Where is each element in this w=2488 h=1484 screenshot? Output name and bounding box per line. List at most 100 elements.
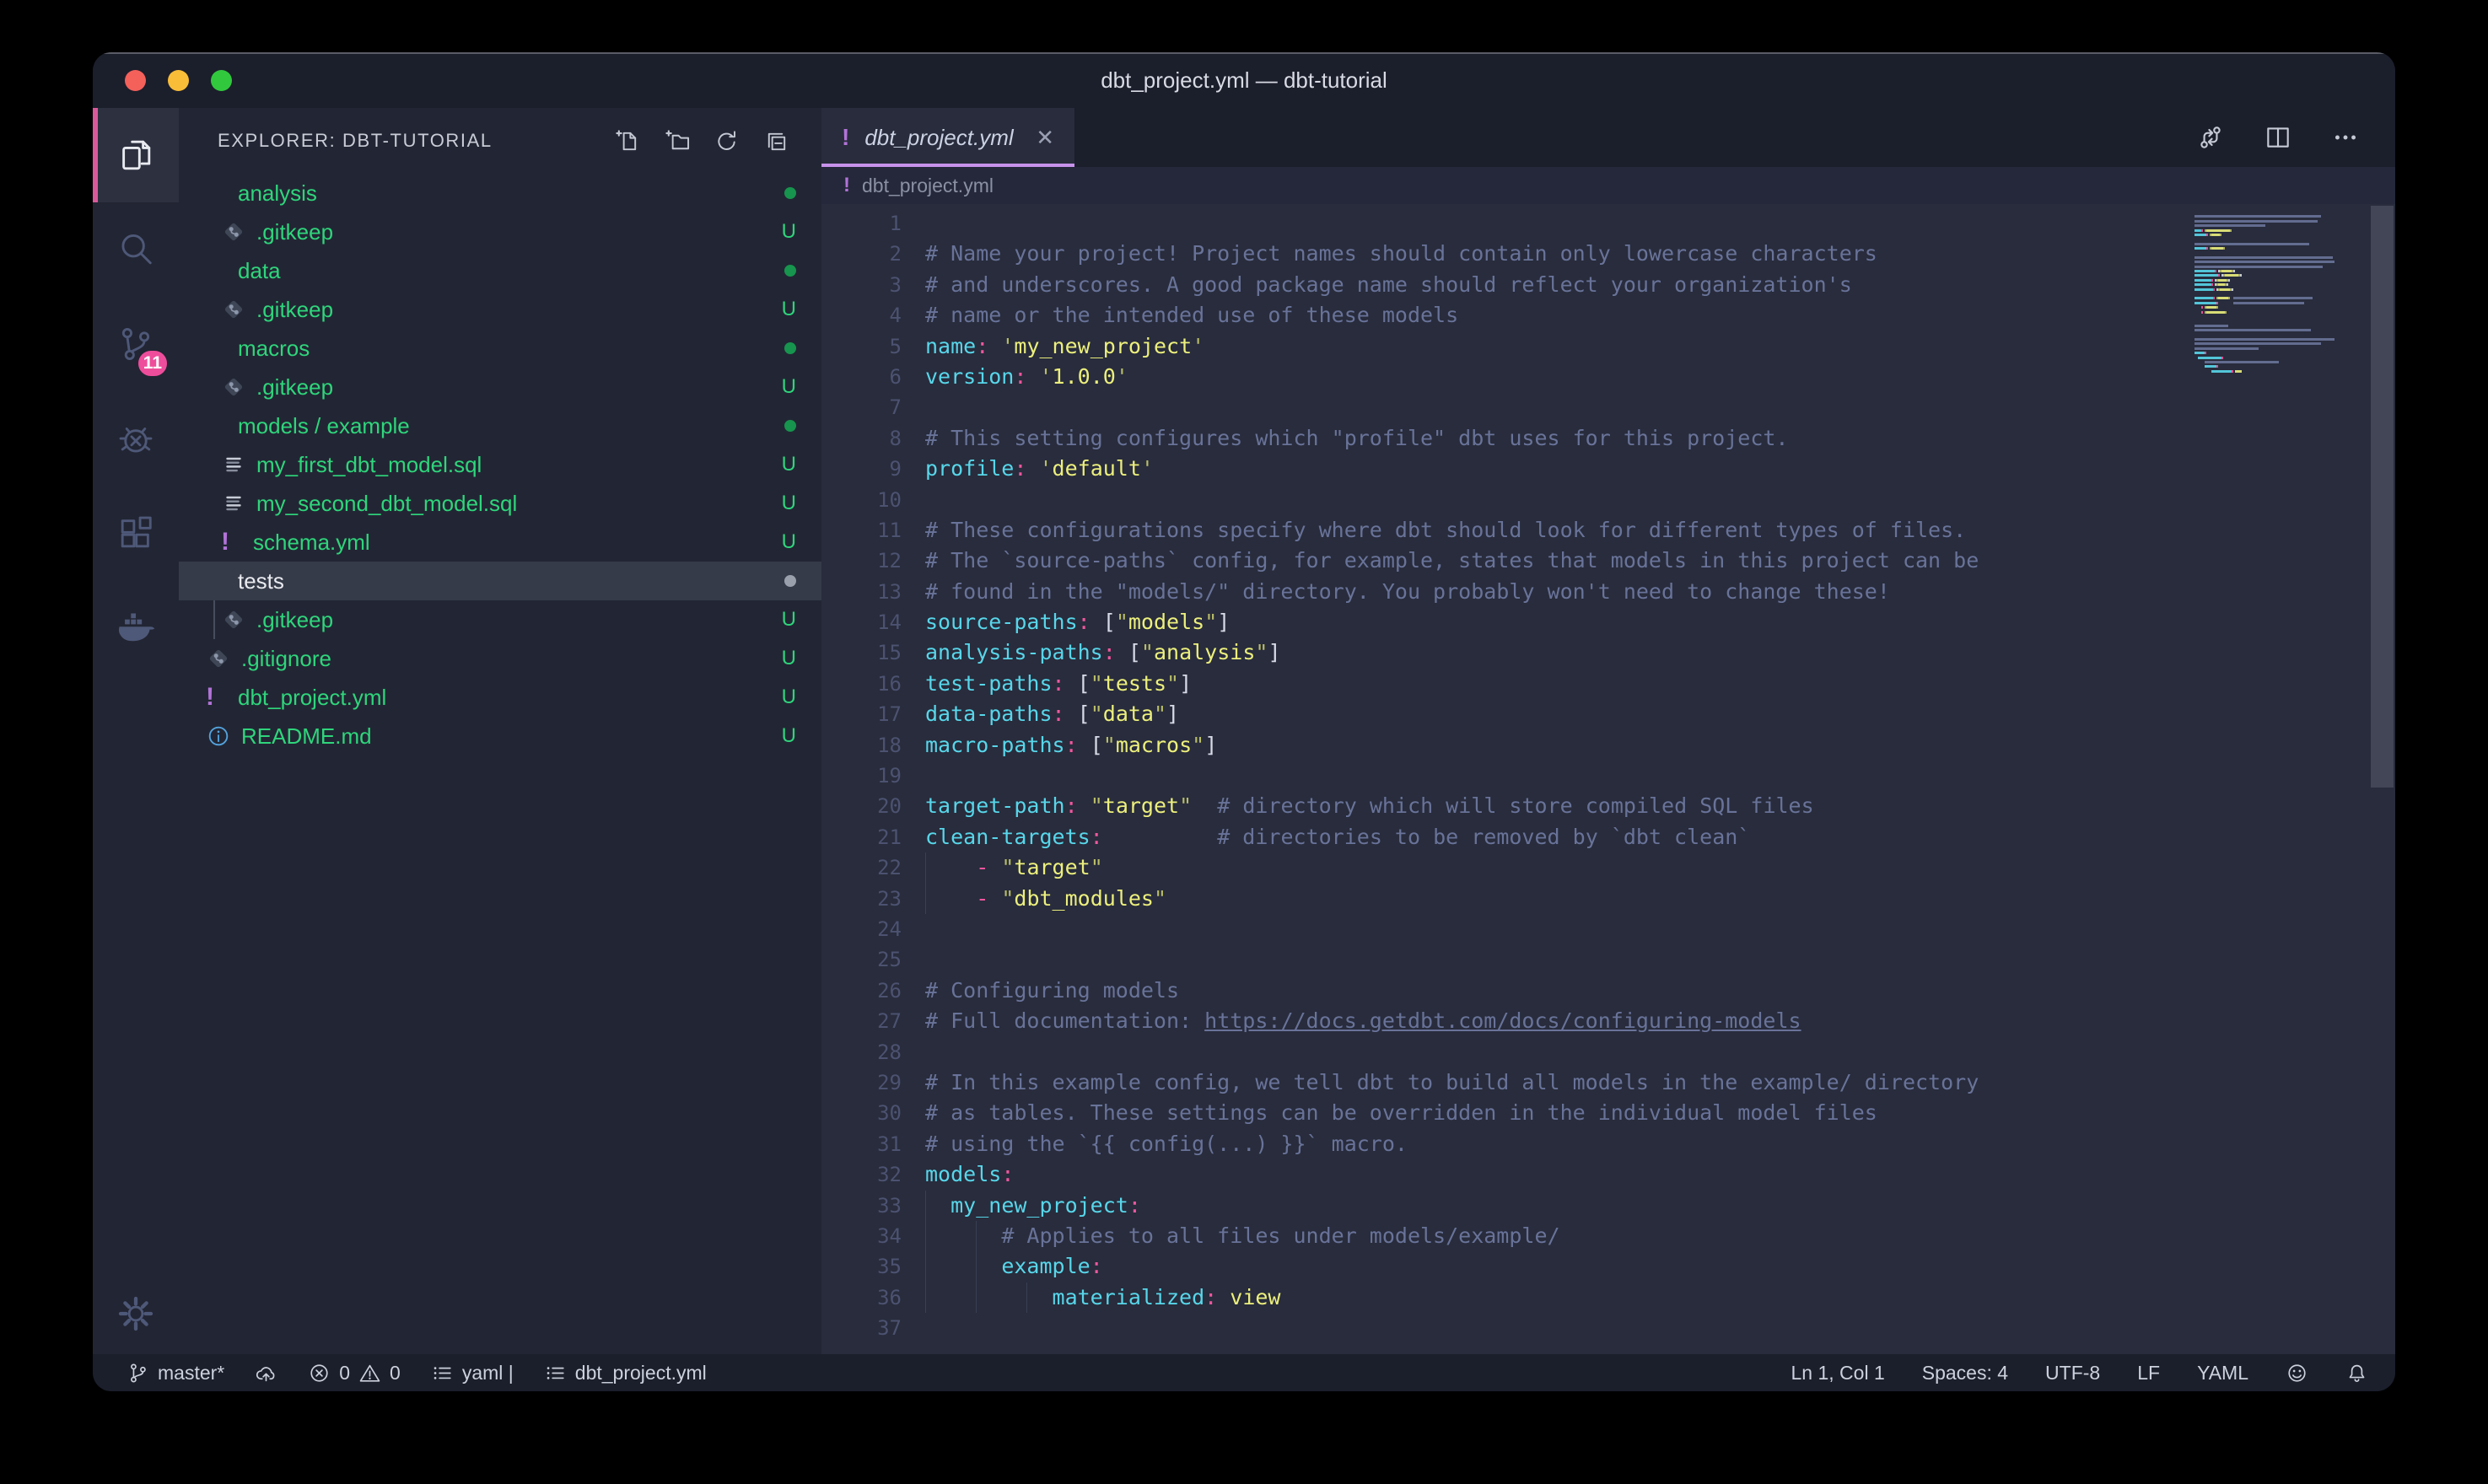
- activity-item-source-control[interactable]: 11: [93, 297, 179, 391]
- window-title: dbt_project.yml — dbt-tutorial: [1101, 67, 1387, 94]
- activity-item-search[interactable]: [93, 202, 179, 297]
- minimap-line: [2195, 325, 2346, 327]
- code-token: [1065, 671, 1078, 696]
- minimap[interactable]: [2195, 211, 2346, 379]
- line-content: # using the `{{ config(...) }}` macro.: [902, 1129, 1408, 1159]
- breadcrumb[interactable]: ! dbt_project.yml: [821, 167, 2395, 204]
- status-item-git-branch[interactable]: master*: [127, 1362, 224, 1385]
- git-untracked-badge: U: [782, 375, 796, 399]
- status-item-cursor-position[interactable]: Ln 1, Col 1: [1791, 1362, 1885, 1385]
- code-line-28: 28: [821, 1037, 2395, 1067]
- tree-file-readme-md[interactable]: README.mdU: [179, 717, 821, 755]
- activity-item-explorer[interactable]: [93, 108, 179, 202]
- code-token: ': [1001, 334, 1014, 358]
- code-token: ": [1091, 855, 1103, 879]
- git-icon: [221, 297, 246, 322]
- status-item-label: UTF-8: [2045, 1362, 2100, 1385]
- indent-guide: [925, 1251, 926, 1282]
- code-token: ': [1141, 456, 1154, 481]
- code-token: version: [925, 364, 1014, 389]
- tree-file--gitignore[interactable]: .gitignoreU: [179, 639, 821, 678]
- tree-folder-models-example[interactable]: models / example: [179, 406, 821, 445]
- code-token: [988, 334, 1001, 358]
- tab-dbt-project-yml[interactable]: ! dbt_project.yml ✕: [821, 108, 1074, 167]
- yaml-warning-icon: !: [221, 528, 243, 556]
- tree-item-label: models / example: [238, 413, 410, 439]
- code-token: target: [1103, 793, 1179, 818]
- line-content: # name or the intended use of these mode…: [902, 300, 1458, 331]
- code-line-11: 11# These configurations specify where d…: [821, 515, 2395, 546]
- code-token: ": [1103, 733, 1116, 757]
- tree-file-my-second-dbt-model-sql[interactable]: my_second_dbt_model.sqlU: [179, 484, 821, 523]
- tree-folder-analysis[interactable]: analysis: [179, 174, 821, 212]
- sql-file-icon: [221, 452, 246, 477]
- status-item-active-file-indicator[interactable]: dbt_project.yml: [544, 1362, 707, 1385]
- line-number: 34: [821, 1221, 902, 1251]
- collapse-all-button[interactable]: [763, 128, 789, 154]
- code-line-3: 3# and underscores. A good package name …: [821, 270, 2395, 300]
- status-item-notifications[interactable]: [2345, 1362, 2368, 1385]
- minimap-line: [2195, 211, 2346, 213]
- close-tab-icon[interactable]: ✕: [1036, 126, 1054, 148]
- tree-folder-tests[interactable]: tests: [179, 562, 821, 600]
- code-link[interactable]: https://docs.getdbt.com/docs/configuring…: [1204, 1008, 1801, 1033]
- activity-item-debug[interactable]: [93, 391, 179, 486]
- tree-file--gitkeep[interactable]: .gitkeepU: [179, 212, 821, 251]
- line-content: # This setting configures which "profile…: [902, 423, 1789, 454]
- status-item-sync[interactable]: [255, 1362, 277, 1385]
- file-tree: analysis.gitkeepUdata.gitkeepUmacros.git…: [179, 174, 821, 1354]
- status-item-encoding[interactable]: UTF-8: [2045, 1362, 2100, 1385]
- debug-icon: [116, 419, 155, 458]
- line-content: version: '1.0.0': [902, 362, 1128, 392]
- status-item-feedback[interactable]: [2286, 1362, 2308, 1385]
- line-content: # In this example config, we tell dbt to…: [902, 1067, 1979, 1098]
- tree-file-my-first-dbt-model-sql[interactable]: my_first_dbt_model.sqlU: [179, 445, 821, 484]
- code-line-22: 22 - "target": [821, 852, 2395, 883]
- git-branch-icon: [127, 1362, 149, 1385]
- code-editor[interactable]: 12# Name your project! Project names sho…: [821, 204, 2395, 1354]
- status-item-language-mode[interactable]: YAML: [2197, 1362, 2248, 1385]
- activity-item-extensions[interactable]: [93, 486, 179, 580]
- code-token: # Full documentation:: [925, 1008, 1204, 1033]
- code-token: :: [1065, 733, 1078, 757]
- more-actions-button[interactable]: [2331, 123, 2360, 152]
- code-line-5: 5name: 'my_new_project': [821, 331, 2395, 362]
- refresh-button[interactable]: [714, 128, 740, 154]
- new-file-button[interactable]: [614, 128, 640, 154]
- line-number: 25: [821, 944, 902, 975]
- line-content: profile: 'default': [902, 454, 1154, 484]
- status-item-eol[interactable]: LF: [2137, 1362, 2160, 1385]
- tree-folder-data[interactable]: data: [179, 251, 821, 290]
- chevron-down-icon: [206, 337, 228, 359]
- yaml-warning-icon: !: [206, 683, 228, 712]
- tree-file--gitkeep[interactable]: .gitkeepU: [179, 600, 821, 639]
- code-token: :: [1014, 364, 1026, 389]
- tree-file-schema-yml[interactable]: !schema.ymlU: [179, 523, 821, 562]
- tree-file--gitkeep[interactable]: .gitkeepU: [179, 290, 821, 329]
- status-item-language-indicator[interactable]: yaml |: [431, 1362, 514, 1385]
- split-editor-button[interactable]: [2264, 123, 2292, 152]
- cloud-upload-icon: [255, 1362, 277, 1385]
- tree-file--gitkeep[interactable]: .gitkeepU: [179, 368, 821, 406]
- status-item-indentation[interactable]: Spaces: 4: [1922, 1362, 2008, 1385]
- close-window-button[interactable]: [125, 70, 146, 91]
- minimize-window-button[interactable]: [168, 70, 189, 91]
- tree-file-dbt-project-yml[interactable]: !dbt_project.ymlU: [179, 678, 821, 717]
- gear-icon: [116, 1294, 155, 1333]
- minimap-line: [2195, 279, 2346, 282]
- code-token: tests: [1103, 671, 1166, 696]
- git-untracked-badge: U: [782, 724, 796, 748]
- line-number: 11: [821, 515, 902, 546]
- activity-item-docker[interactable]: [93, 580, 179, 675]
- status-item-problems[interactable]: 00: [308, 1362, 401, 1385]
- new-folder-button[interactable]: [664, 128, 690, 154]
- code-line-19: 19: [821, 761, 2395, 791]
- code-token: [1078, 793, 1091, 818]
- git-untracked-badge: U: [782, 686, 796, 709]
- activity-item-settings[interactable]: [93, 1273, 179, 1354]
- zoom-window-button[interactable]: [211, 70, 232, 91]
- vertical-scrollbar[interactable]: [2371, 206, 2394, 788]
- tree-folder-macros[interactable]: macros: [179, 329, 821, 368]
- minimap-line: [2195, 238, 2346, 240]
- open-changes-button[interactable]: [2196, 123, 2225, 152]
